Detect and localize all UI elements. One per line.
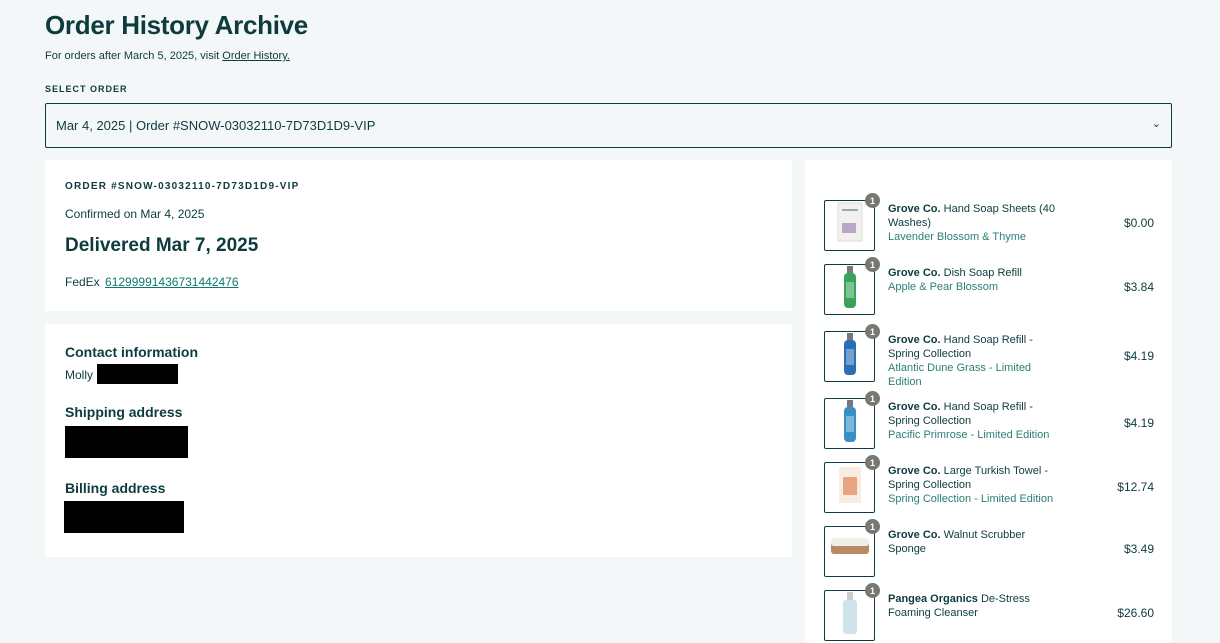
item-brand: Grove Co. xyxy=(888,529,941,541)
item-variant: Pacific Primrose - Limited Edition xyxy=(888,429,1050,441)
item-description: Grove Co. Hand Soap Refill - Spring Coll… xyxy=(888,333,1063,389)
product-image xyxy=(824,331,875,382)
contact-information-heading: Contact information xyxy=(65,344,198,360)
shipping-carrier: FedEx 612999914367314424​76 xyxy=(65,275,239,289)
order-history-link[interactable]: Order History. xyxy=(222,50,290,62)
item-description: Grove Co. Dish Soap Refill Apple & Pear B… xyxy=(888,266,1063,294)
order-item: 1 Grove Co. Hand Soap Sheets (40 Washes) L… xyxy=(824,193,1154,256)
order-confirmed-date: Confirmed on Mar 4, 2025 xyxy=(65,207,205,221)
quantity-badge: 1 xyxy=(865,519,880,534)
item-description: Grove Co. Walnut Scrubber Sponge xyxy=(888,528,1063,556)
item-description: Grove Co. Hand Soap Refill - Spring Coll… xyxy=(888,400,1063,442)
order-item: 1 Pangea Organics De-Stress Foaming Clean… xyxy=(824,583,1154,643)
order-history-page: Order History Archive For orders after M… xyxy=(0,0,1220,643)
select-order-dropdown[interactable]: Mar 4, 2025 | Order #SNOW-03032110-7D73D… xyxy=(45,103,1172,148)
item-variant: Atlantic Dune Grass - Limited Edition xyxy=(888,362,1032,388)
product-image xyxy=(824,526,875,577)
item-variant: Spring Collection - Limited Edition xyxy=(888,493,1054,505)
product-image xyxy=(824,398,875,449)
product-image xyxy=(824,264,875,315)
carrier-name: FedEx xyxy=(65,275,100,289)
item-name: Dish Soap Refill xyxy=(943,267,1022,279)
quantity-badge: 1 xyxy=(865,455,880,470)
page-subtitle: For orders after March 5, 2025, visit Or… xyxy=(45,50,290,62)
item-description: Pangea Organics De-Stress Foaming Cleans… xyxy=(888,592,1063,620)
redacted-shipping-address xyxy=(65,426,188,458)
item-price: $3.49 xyxy=(1123,542,1154,556)
quantity-badge: 1 xyxy=(865,583,880,598)
billing-address-heading: Billing address xyxy=(65,480,166,496)
item-price: $26.60 xyxy=(1117,606,1154,620)
hand-soap-bottle-icon xyxy=(835,399,865,448)
shipping-address-heading: Shipping address xyxy=(65,404,183,420)
dish-soap-bottle-icon xyxy=(835,265,865,314)
contact-address-card: Contact information Molly Shipping addre… xyxy=(45,324,792,557)
order-item: 1 Grove Co. Large Turkish Towel - Spring … xyxy=(824,455,1154,518)
order-item: 1 Grove Co. Hand Soap Refill - Spring Col… xyxy=(824,324,1154,389)
towel-icon xyxy=(830,463,870,512)
item-price: $3.84 xyxy=(1123,280,1154,294)
chevron-down-icon: ⌄ xyxy=(1151,118,1161,130)
select-order-label: SELECT ORDER xyxy=(45,84,128,94)
quantity-badge: 1 xyxy=(865,257,880,272)
tracking-number-link[interactable]: 612999914367314424​76 xyxy=(105,275,238,289)
item-brand: Grove Co. xyxy=(888,203,941,215)
item-brand: Pangea Organics xyxy=(888,593,978,605)
item-description: Grove Co. Large Turkish Towel - Spring C… xyxy=(888,464,1063,506)
order-item: 1 Grove Co. Dish Soap Refill Apple & Pear … xyxy=(824,257,1154,320)
order-number: ORDER #SNOW-03032110-7D73D1D9-VIP xyxy=(65,181,300,192)
quantity-badge: 1 xyxy=(865,324,880,339)
redacted-contact xyxy=(97,364,178,384)
quantity-badge: 1 xyxy=(865,193,880,208)
item-description: Grove Co. Hand Soap Sheets (40 Washes) La… xyxy=(888,202,1063,244)
order-delivered-date: Delivered Mar 7, 2025 xyxy=(65,235,259,256)
sponge-icon xyxy=(827,534,873,569)
contact-name: Molly xyxy=(65,368,94,382)
item-brand: Grove Co. xyxy=(888,465,941,477)
order-items-card: 1 Grove Co. Hand Soap Sheets (40 Washes) L… xyxy=(805,160,1172,643)
soap-sheets-icon xyxy=(830,201,870,250)
item-variant: Apple & Pear Blossom xyxy=(888,281,999,293)
item-price: $4.19 xyxy=(1123,349,1154,363)
product-image xyxy=(824,462,875,513)
subtitle-text: For orders after March 5, 2025, visit xyxy=(45,50,223,62)
product-image xyxy=(824,590,875,641)
order-item: 1 Grove Co. Walnut Scrubber Sponge $3.49 xyxy=(824,519,1154,582)
item-price: $4.19 xyxy=(1123,416,1154,430)
item-brand: Grove Co. xyxy=(888,267,941,279)
redacted-billing-address xyxy=(64,501,184,533)
product-image xyxy=(824,200,875,251)
cleanser-bottle-icon xyxy=(835,591,865,640)
select-order-value: Mar 4, 2025 | Order #SNOW-03032110-7D73D… xyxy=(56,118,376,133)
item-brand: Grove Co. xyxy=(888,334,941,346)
order-summary-card: ORDER #SNOW-03032110-7D73D1D9-VIP Confir… xyxy=(45,160,792,311)
item-brand: Grove Co. xyxy=(888,401,941,413)
page-title: Order History Archive xyxy=(45,10,308,40)
order-item: 1 Grove Co. Hand Soap Refill - Spring Col… xyxy=(824,391,1154,454)
item-price: $0.00 xyxy=(1123,216,1154,230)
item-price: $12.74 xyxy=(1117,480,1154,494)
quantity-badge: 1 xyxy=(865,391,880,406)
item-variant: Lavender Blossom & Thyme xyxy=(888,231,1026,243)
hand-soap-bottle-icon xyxy=(835,332,865,381)
